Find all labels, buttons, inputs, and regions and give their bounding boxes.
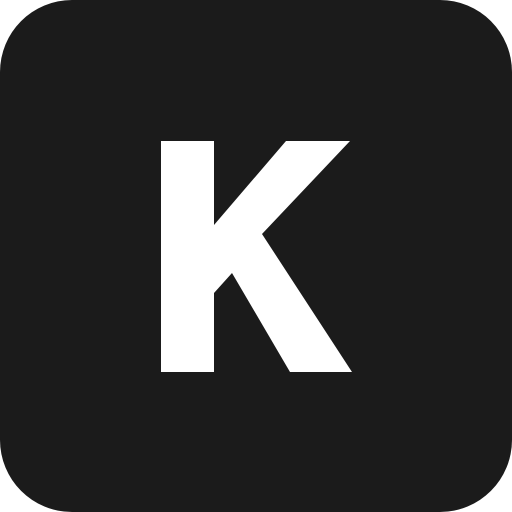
app-icon-tile: K [0, 0, 512, 512]
letter-k-glyph: K [0, 0, 512, 512]
